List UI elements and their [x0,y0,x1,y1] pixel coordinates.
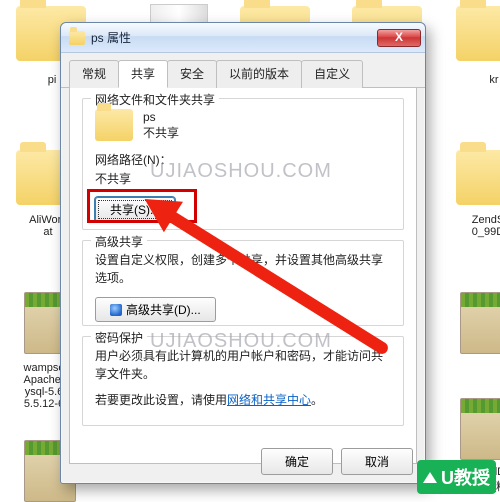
advanced-share-label: 高级共享(D)... [126,303,201,317]
group-title: 高级共享 [91,233,147,250]
group-advanced-sharing: 高级共享 设置自定义权限，创建多个共享，并设置其他高级共享选项。 高级共享(D)… [82,240,404,326]
advanced-share-button[interactable]: 高级共享(D)... [95,297,216,322]
group-title: 密码保护 [91,329,147,346]
brand-text: U教授 [441,464,490,490]
bg-folder [456,6,500,61]
bg-archive [460,398,500,460]
close-button[interactable]: X [377,29,421,47]
network-sharing-center-link[interactable]: 网络和共享中心 [227,393,311,407]
tab-customize[interactable]: 自定义 [301,60,363,88]
properties-dialog: ps 属性 X 常规 共享 安全 以前的版本 自定义 网络文件和文件夹共享 ps… [60,22,426,484]
dialog-footer: 确定 取消 [261,448,413,475]
window-title: ps 属性 [91,29,377,46]
tab-panel-sharing: 网络文件和文件夹共享 ps 不共享 网络路径(N)： 不共享 共享(S)... … [69,88,417,464]
tab-sharing[interactable]: 共享 [118,60,168,88]
cancel-button[interactable]: 取消 [341,448,413,475]
bg-label: kr [454,74,500,86]
watermark: UJIAOSHOU.COM [150,160,332,183]
tab-general[interactable]: 常规 [69,60,119,88]
shield-icon [110,304,122,316]
share-status: 不共享 [143,125,179,141]
arrow-up-icon [423,472,437,483]
tab-security[interactable]: 安全 [167,60,217,88]
watermark: UJIAOSHOU.COM [150,330,332,353]
tab-strip: 常规 共享 安全 以前的版本 自定义 [61,53,425,88]
password-desc-2: 若要更改此设置，请使用网络和共享中心。 [95,391,391,409]
share-name: ps [143,109,179,125]
bg-folder [456,150,500,205]
brand-logo: U教授 [417,460,496,494]
folder-icon [95,109,133,141]
text-fragment: 若要更改此设置，请使用 [95,393,227,407]
titlebar[interactable]: ps 属性 X [61,23,425,53]
ok-button[interactable]: 确定 [261,448,333,475]
folder-icon [69,31,85,45]
share-button[interactable]: 共享(S)... [95,197,175,222]
bg-label: ZendS 0_99D [448,214,500,238]
bg-archive [460,292,500,354]
advanced-desc: 设置自定义权限，创建多个共享，并设置其他高级共享选项。 [95,251,391,287]
tab-previous-versions[interactable]: 以前的版本 [216,60,302,88]
text-fragment: 。 [311,393,323,407]
